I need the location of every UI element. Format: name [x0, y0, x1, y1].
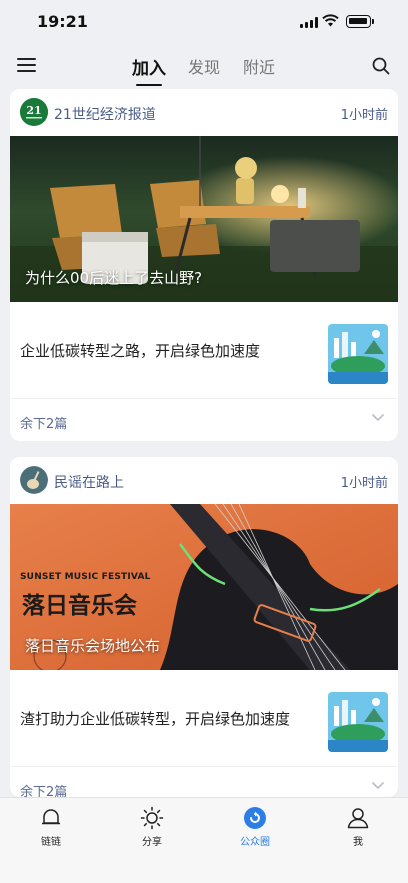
bell-icon [42, 809, 60, 825]
card-header: 21 21世纪经济报道 1小时前 [10, 89, 398, 136]
article-row[interactable]: 企业低碳转型之路，开启绿色加速度 [10, 302, 398, 398]
search-icon[interactable] [372, 57, 390, 75]
hero-banner-cn: 落日音乐会 [22, 593, 137, 619]
tab-me[interactable]: 我 [318, 798, 398, 854]
tab-join[interactable]: 加入 [132, 54, 166, 86]
tab-share[interactable]: 分享 [112, 798, 192, 854]
status-bar: 19:21 [0, 0, 408, 44]
signal-icon [300, 17, 318, 28]
hero-image[interactable]: SUNSET MUSIC FESTIVAL 落日音乐会 落日音乐会场地公布 [10, 504, 398, 670]
source-name[interactable]: 民谣在路上 [54, 472, 124, 492]
article-title: 企业低碳转型之路，开启绿色加速度 [20, 342, 261, 360]
tab-bell[interactable]: 链链 [11, 798, 91, 854]
circle-icon [244, 807, 266, 829]
tab-public-circle[interactable]: 公众圈 [215, 798, 295, 854]
battery-icon [346, 15, 374, 28]
chevron-down-icon[interactable] [371, 781, 385, 791]
chevron-down-icon[interactable] [371, 413, 385, 423]
wifi-icon [322, 14, 339, 27]
tab-label: 我 [353, 837, 363, 848]
article-row[interactable]: 渣打助力企业低碳转型，开启绿色加速度 [10, 670, 398, 766]
tab-discover[interactable]: 发现 [188, 54, 220, 78]
source-avatar[interactable]: 21 [20, 98, 48, 126]
source-name[interactable]: 21世纪经济报道 [54, 104, 156, 124]
newspaper-logo-icon: 21 [20, 98, 48, 126]
post-time: 1小时前 [340, 108, 388, 123]
feed-card: 民谣在路上 1小时前 SUNSET MUSIC FESTIVAL 落日音乐会 落… [10, 457, 398, 797]
top-nav: 加入 发现 附近 [0, 44, 408, 88]
bottom-tab-bar: 链链 分享 公众圈 我 [0, 797, 408, 883]
source-avatar[interactable] [20, 466, 48, 494]
more-articles-row[interactable]: 余下2篇 [10, 766, 398, 797]
card-header: 民谣在路上 1小时前 [10, 457, 398, 504]
hero-title: 落日音乐会场地公布 [25, 637, 161, 655]
tab-label: 分享 [142, 837, 162, 848]
article-thumbnail [328, 692, 388, 752]
eco-city-illustration-icon [328, 324, 388, 384]
status-time: 19:21 [37, 12, 88, 31]
svg-text:21: 21 [26, 104, 41, 117]
menu-icon[interactable] [17, 57, 37, 73]
feed-card: 21 21世纪经济报道 1小时前 为什么00后迷上了去山野? 企业低碳转型之路，… [10, 89, 398, 441]
tab-label: 链链 [41, 837, 61, 848]
tab-nearby[interactable]: 附近 [243, 54, 275, 78]
sun-icon [140, 806, 164, 830]
article-title: 渣打助力企业低碳转型，开启绿色加速度 [20, 710, 291, 728]
guitar-avatar-icon [20, 466, 48, 494]
eco-city-illustration-icon [328, 692, 388, 752]
tab-label: 公众圈 [240, 837, 270, 848]
more-articles-label: 余下2篇 [20, 785, 68, 797]
hero-banner-en: SUNSET MUSIC FESTIVAL [20, 572, 151, 582]
article-thumbnail [328, 324, 388, 384]
hero-image[interactable]: 为什么00后迷上了去山野? [10, 136, 398, 302]
hero-title: 为什么00后迷上了去山野? [25, 269, 203, 287]
more-articles-label: 余下2篇 [20, 417, 68, 432]
more-articles-row[interactable]: 余下2篇 [10, 398, 398, 441]
person-icon [347, 808, 369, 829]
post-time: 1小时前 [340, 476, 388, 491]
